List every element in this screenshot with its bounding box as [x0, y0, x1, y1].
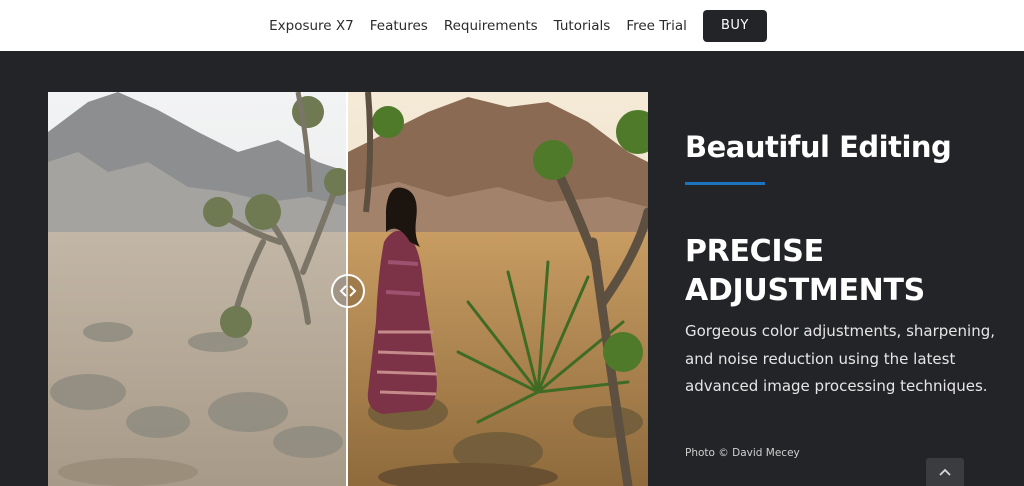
comparison-slider-handle[interactable]	[331, 274, 365, 308]
top-navigation: Exposure X7 Features Requirements Tutori…	[0, 0, 1024, 51]
nav-link-features[interactable]: Features	[370, 18, 428, 34]
nav-link-tutorials[interactable]: Tutorials	[554, 18, 611, 34]
scroll-to-top-button[interactable]	[926, 458, 964, 486]
before-after-comparison[interactable]	[48, 92, 648, 486]
double-chevron-icon	[339, 285, 357, 297]
nav-link-requirements[interactable]: Requirements	[444, 18, 538, 34]
feature-heading: Beautiful Editing	[685, 130, 952, 164]
nav-link-free-trial[interactable]: Free Trial	[626, 18, 687, 34]
feature-subheading: PRECISE ADJUSTMENTS	[685, 234, 925, 308]
buy-button[interactable]: BUY	[702, 9, 767, 42]
nav-menu: Exposure X7 Features Requirements Tutori…	[261, 9, 767, 42]
feature-description: Gorgeous color adjustments, sharpening, …	[685, 322, 995, 395]
nav-link-exposure-x7[interactable]: Exposure X7	[269, 18, 354, 34]
chevron-up-icon	[939, 468, 951, 476]
photo-credit: Photo © David Mecey	[685, 447, 800, 459]
heading-underline	[685, 182, 765, 185]
